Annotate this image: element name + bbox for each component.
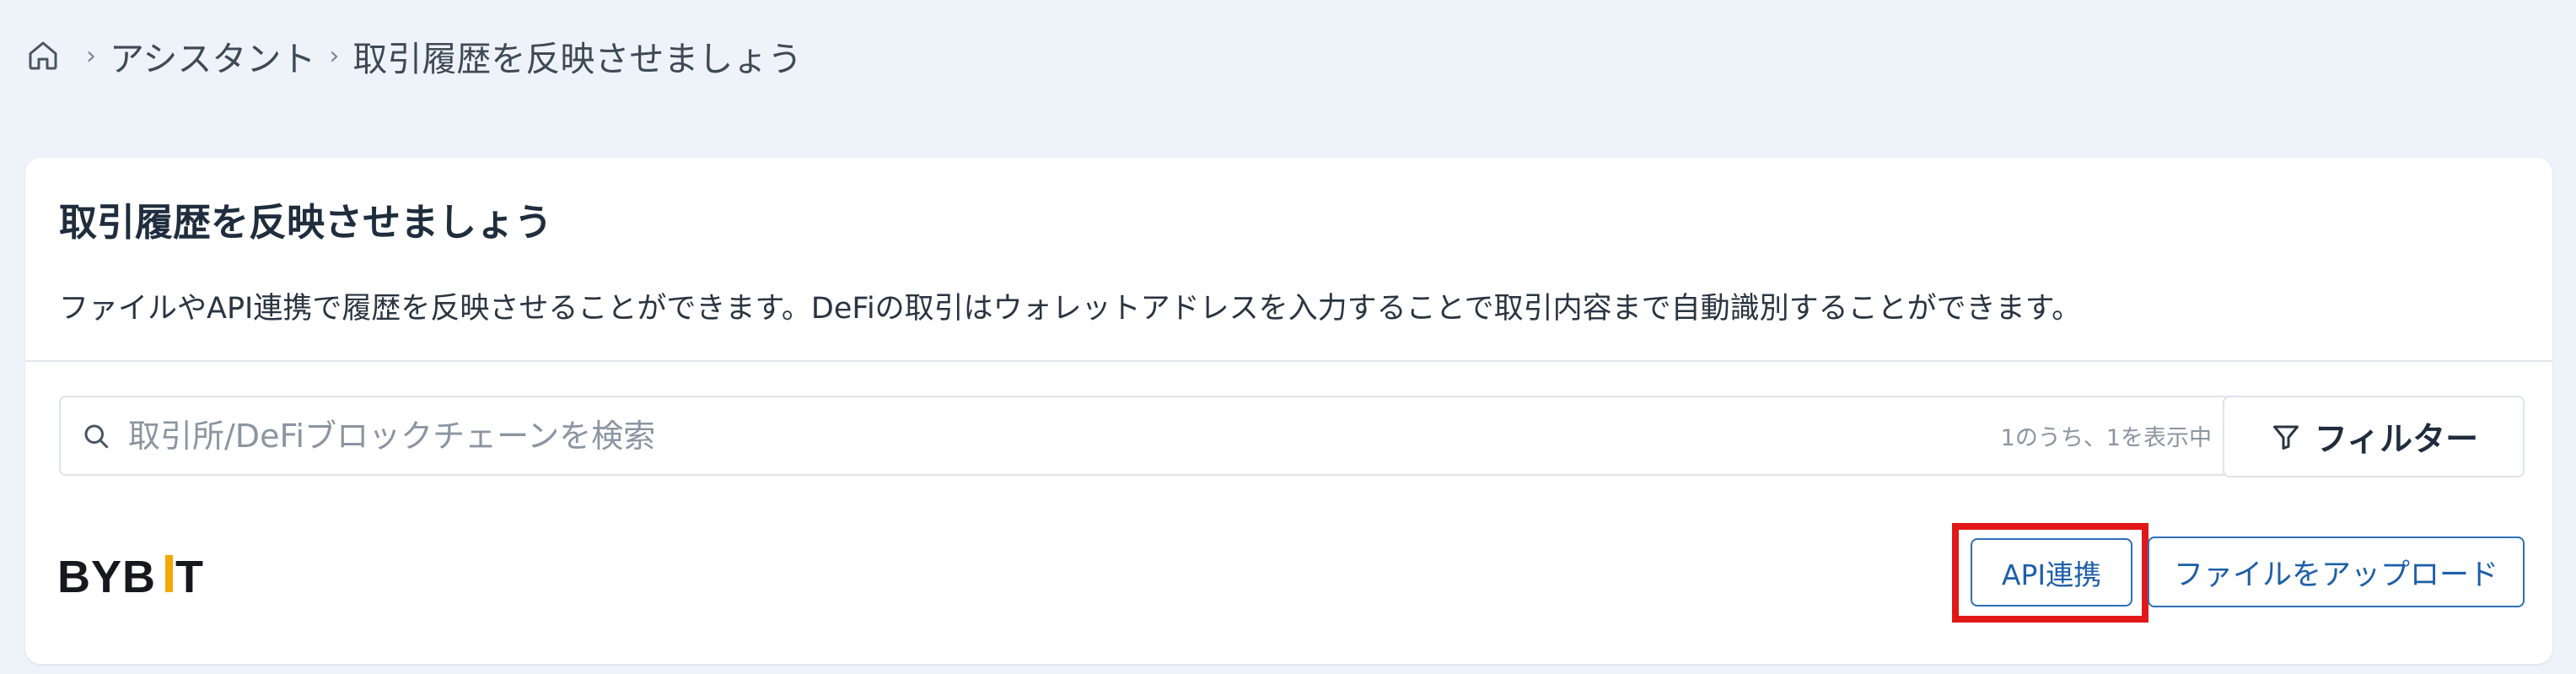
breadcrumb-item-assistant[interactable]: アシスタント <box>110 30 315 81</box>
breadcrumb-separator: › <box>329 40 340 71</box>
page-description: ファイルやAPI連携で履歴を反映させることができます。DeFiの取引はウォレット… <box>59 292 2082 326</box>
svg-text:BYB: BYB <box>57 552 156 601</box>
search-icon <box>79 419 113 453</box>
api-link-button[interactable]: API連携 <box>1971 538 2132 607</box>
search-input[interactable] <box>126 416 2001 456</box>
page-title: 取引履歴を反映させましょう <box>59 200 553 245</box>
svg-text:T: T <box>175 552 203 601</box>
filter-button[interactable]: フィルター <box>2223 396 2525 477</box>
home-icon[interactable] <box>25 38 61 73</box>
search-box[interactable]: 1のうち、1を表示中 <box>59 396 2230 476</box>
main-card: 取引履歴を反映させましょう ファイルやAPI連携で履歴を反映させることができます… <box>25 158 2552 664</box>
breadcrumb: › アシスタント › 取引履歴を反映させましょう <box>25 32 802 79</box>
filter-label: フィルター <box>2314 420 2479 459</box>
search-result-count: 1のうち、1を表示中 <box>2000 425 2212 451</box>
breadcrumb-item-current: 取引履歴を反映させましょう <box>352 39 803 79</box>
breadcrumb-separator: › <box>86 40 96 71</box>
divider <box>25 360 2552 362</box>
upload-file-button[interactable]: ファイルをアップロード <box>2148 537 2525 607</box>
bybit-logo: BYB T <box>57 546 209 605</box>
filter-icon <box>2269 420 2303 454</box>
